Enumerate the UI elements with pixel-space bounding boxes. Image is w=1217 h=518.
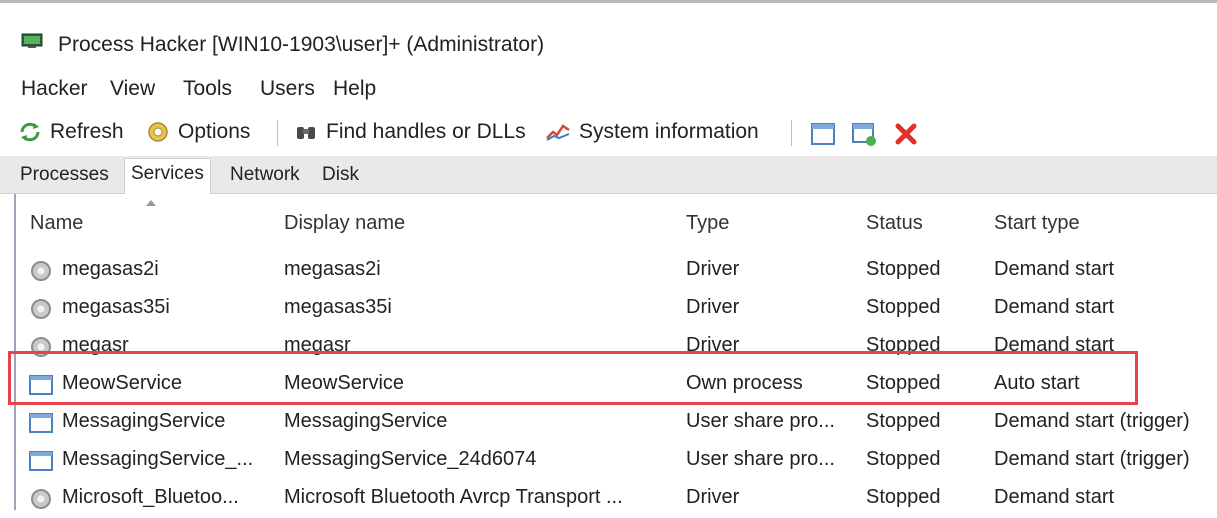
- system-info-button[interactable]: System information: [545, 117, 759, 147]
- find-handles-label: Find handles or DLLs: [326, 120, 526, 143]
- service-display-name: megasr: [284, 334, 351, 356]
- menu-tools[interactable]: Tools: [183, 77, 232, 101]
- service-start-type: Demand start (trigger): [994, 448, 1190, 470]
- service-type: Driver: [686, 296, 740, 318]
- service-display-name: Microsoft Bluetooth Avrcp Transport ...: [284, 486, 623, 508]
- options-button[interactable]: Options: [146, 117, 250, 147]
- window-icon: [29, 413, 53, 433]
- service-name: megasr: [62, 334, 129, 356]
- options-label: Options: [178, 120, 251, 143]
- service-display-name: MeowService: [284, 372, 405, 394]
- service-status: Stopped: [866, 372, 941, 394]
- system-info-icon: [546, 124, 570, 141]
- column-header-status[interactable]: Status: [866, 212, 923, 235]
- service-start-type: Demand start: [994, 296, 1115, 318]
- service-start-type: Demand start: [994, 334, 1115, 356]
- table-row-meowservice[interactable]: MeowService MeowService Own process Stop…: [16, 366, 1217, 404]
- title-bar[interactable]: Process Hacker [WIN10-1903\user]+ (Admin…: [0, 0, 1217, 62]
- column-header-row: Name Display name Type Status Start type: [16, 194, 1217, 252]
- service-start-type: Demand start (trigger): [994, 410, 1190, 432]
- menu-users[interactable]: Users: [260, 77, 315, 101]
- tab-processes[interactable]: Processes: [14, 160, 115, 190]
- refresh-button[interactable]: Refresh: [18, 117, 124, 147]
- menu-hacker[interactable]: Hacker: [21, 77, 88, 101]
- sort-indicator-icon: [146, 200, 156, 206]
- table-row[interactable]: MessagingService_... MessagingService_24…: [16, 442, 1217, 480]
- service-display-name: MessagingService_24d6074: [284, 448, 537, 470]
- service-type: Driver: [686, 334, 740, 356]
- app-icon: [21, 33, 43, 48]
- process-hacker-window: Process Hacker [WIN10-1903\user]+ (Admin…: [0, 0, 1217, 510]
- window-icon: [29, 375, 53, 395]
- service-name: megasas35i: [62, 296, 170, 318]
- toolbar: Refresh Options Find handles or DLLs Sys…: [0, 110, 1217, 154]
- service-type: User share pro...: [686, 410, 835, 432]
- service-type: User share pro...: [686, 448, 835, 470]
- service-status: Stopped: [866, 448, 941, 470]
- refresh-label: Refresh: [50, 120, 124, 143]
- service-status: Stopped: [866, 334, 941, 356]
- find-handles-button[interactable]: Find handles or DLLs: [294, 117, 526, 147]
- service-name: megasas2i: [62, 258, 159, 280]
- table-row[interactable]: Microsoft_Bluetoo... Microsoft Bluetooth…: [16, 480, 1217, 518]
- table-row[interactable]: MessagingService MessagingService User s…: [16, 404, 1217, 442]
- services-list[interactable]: Name Display name Type Status Start type…: [14, 194, 1217, 510]
- service-status: Stopped: [866, 258, 941, 280]
- table-row[interactable]: megasas35i megasas35i Driver Stopped Dem…: [16, 290, 1217, 328]
- window-add-icon[interactable]: [851, 121, 877, 147]
- service-status: Stopped: [866, 296, 941, 318]
- tab-network[interactable]: Network: [224, 160, 306, 190]
- system-info-label: System information: [579, 120, 759, 143]
- gear-icon: [31, 489, 51, 509]
- column-header-name[interactable]: Name: [30, 212, 83, 235]
- menu-view[interactable]: View: [110, 77, 155, 101]
- tab-services[interactable]: Services: [124, 158, 211, 195]
- service-display-name: MessagingService: [284, 410, 448, 432]
- window-icon: [29, 451, 53, 471]
- column-header-start-type[interactable]: Start type: [994, 212, 1080, 235]
- service-name: MessagingService: [62, 410, 226, 432]
- options-icon: [148, 122, 168, 142]
- service-status: Stopped: [866, 410, 941, 432]
- binoculars-icon: [297, 127, 315, 139]
- refresh-icon: [20, 122, 40, 142]
- table-row[interactable]: megasr megasr Driver Stopped Demand star…: [16, 328, 1217, 366]
- gear-icon: [31, 337, 51, 357]
- menu-bar: Hacker View Tools Users Help: [0, 70, 1217, 106]
- service-display-name: megasas35i: [284, 296, 392, 318]
- service-status: Stopped: [866, 486, 941, 508]
- close-icon[interactable]: [893, 121, 919, 147]
- service-start-type: Demand start: [994, 258, 1115, 280]
- gear-icon: [31, 261, 51, 281]
- gear-icon: [31, 299, 51, 319]
- table-row[interactable]: megasas2i megasas2i Driver Stopped Deman…: [16, 252, 1217, 290]
- toolbar-separator: [277, 120, 278, 146]
- service-start-type: Demand start: [994, 486, 1115, 508]
- toolbar-separator: [791, 120, 792, 146]
- service-name: MeowService: [62, 372, 183, 394]
- service-name: MessagingService_...: [62, 448, 254, 470]
- column-header-display-name[interactable]: Display name: [284, 212, 405, 235]
- window-title: Process Hacker [WIN10-1903\user]+ (Admin…: [58, 33, 545, 56]
- service-type: Own process: [686, 372, 803, 394]
- window-icon[interactable]: [810, 121, 836, 147]
- service-start-type: Auto start: [994, 372, 1080, 394]
- service-type: Driver: [686, 258, 740, 280]
- service-type: Driver: [686, 486, 740, 508]
- tab-disk[interactable]: Disk: [316, 160, 365, 190]
- menu-help[interactable]: Help: [333, 77, 376, 101]
- service-display-name: megasas2i: [284, 258, 381, 280]
- column-header-type[interactable]: Type: [686, 212, 729, 235]
- tab-strip: Processes Services Network Disk: [0, 156, 1217, 195]
- service-name: Microsoft_Bluetoo...: [62, 486, 239, 508]
